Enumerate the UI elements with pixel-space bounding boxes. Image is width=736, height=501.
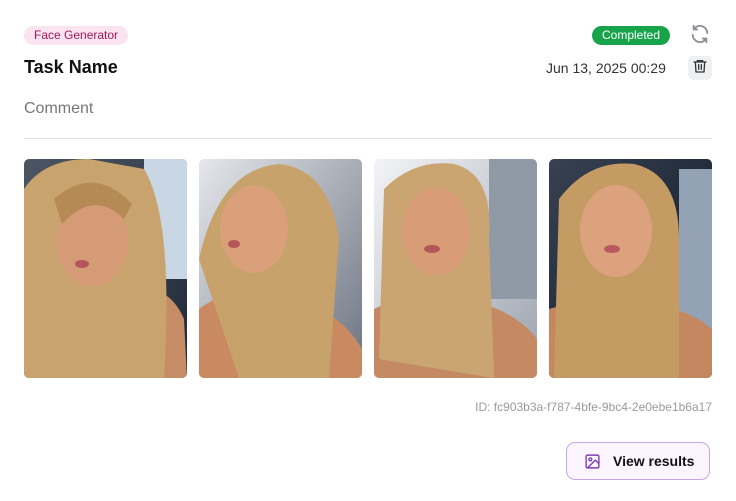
generated-image[interactable] (374, 159, 537, 378)
task-card: Face Generator Completed Task Name Jun 1… (0, 0, 736, 501)
refresh-icon (689, 23, 711, 50)
refresh-button[interactable] (687, 23, 713, 49)
divider (24, 138, 712, 139)
task-name: Task Name (24, 57, 118, 77)
image-icon (584, 453, 601, 470)
task-date: Jun 13, 2025 00:29 (546, 60, 666, 76)
generated-image[interactable] (549, 159, 712, 378)
generated-image[interactable] (199, 159, 362, 378)
generator-tag: Face Generator (24, 26, 129, 45)
task-comment: Comment (24, 100, 94, 117)
image-gallery (24, 159, 712, 378)
view-results-label: View results (613, 453, 695, 469)
trash-icon (692, 58, 708, 79)
status-badge: Completed (592, 26, 671, 45)
view-results-button[interactable]: View results (566, 442, 710, 480)
generated-image[interactable] (24, 159, 187, 378)
delete-button[interactable] (688, 56, 712, 80)
task-id: ID: fc903b3a-f787-4bfe-9bc4-2e0ebe1b6a17 (475, 400, 712, 414)
